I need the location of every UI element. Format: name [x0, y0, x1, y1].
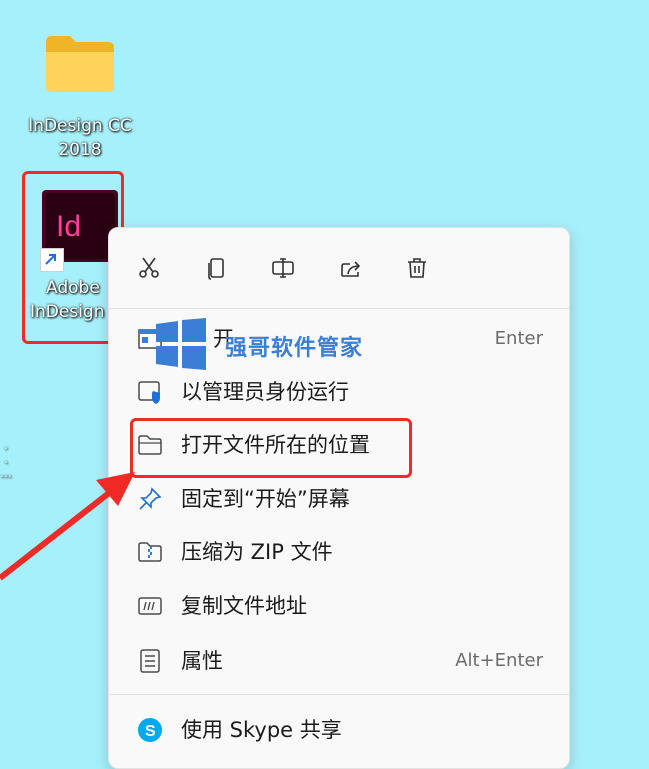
menu-separator [109, 694, 569, 695]
menu-item-pin-to-start[interactable]: 固定到“开始”屏幕 [115, 474, 563, 524]
menu-item-properties-label: 属性 [181, 649, 223, 673]
menu-item-pin-to-start-label: 固定到“开始”屏幕 [181, 487, 350, 511]
menu-item-run-as-admin[interactable]: 以管理员身份运行 [115, 367, 563, 417]
rename-icon [272, 258, 294, 278]
shield-icon [137, 379, 163, 405]
copy-icon [208, 258, 224, 280]
share-icon [341, 261, 361, 277]
menu-item-properties-shortcut: Alt+Enter [455, 650, 543, 671]
open-location-highlight-box [130, 418, 412, 478]
red-arrow-annotation [0, 472, 135, 581]
folder-icon[interactable] [44, 32, 116, 94]
watermark-text: 强哥软件管家 [225, 336, 364, 361]
menu-item-copy-path[interactable]: 复制文件地址 [115, 581, 563, 631]
delete-button[interactable] [399, 250, 435, 286]
toolbar-separator [109, 308, 569, 309]
cut-button[interactable] [131, 250, 167, 286]
menu-item-properties[interactable]: 属性 Alt+Enter [115, 636, 563, 686]
menu-item-copy-path-label: 复制文件地址 [181, 594, 307, 618]
menu-item-compress-zip-label: 压缩为 ZIP 文件 [181, 540, 333, 564]
properties-icon [137, 648, 163, 674]
windows-logo-icon [152, 318, 210, 370]
folder-label-line1: InDesign CC [28, 116, 132, 136]
context-menu: 开 Enter 以管理员身份运行 打开文件所在的位置 固定到“开始”屏幕 压缩为… [108, 227, 570, 769]
skype-icon: S [137, 717, 163, 743]
folder-label-line2: 2018 [58, 140, 102, 160]
menu-item-run-as-admin-label: 以管理员身份运行 [181, 380, 349, 404]
share-button[interactable] [333, 250, 369, 286]
menu-item-open-shortcut: Enter [494, 328, 543, 349]
menu-item-skype-share-label: 使用 Skype 共享 [181, 718, 342, 742]
copy-button[interactable] [199, 250, 235, 286]
menu-item-compress-zip[interactable]: 压缩为 ZIP 文件 [115, 527, 563, 577]
menu-toolbar [109, 228, 569, 306]
rename-button[interactable] [265, 250, 301, 286]
svg-text:S: S [145, 723, 156, 740]
scissors-icon [139, 257, 159, 278]
trash-icon [408, 258, 426, 278]
menu-item-skype-share[interactable]: S 使用 Skype 共享 [115, 705, 563, 755]
